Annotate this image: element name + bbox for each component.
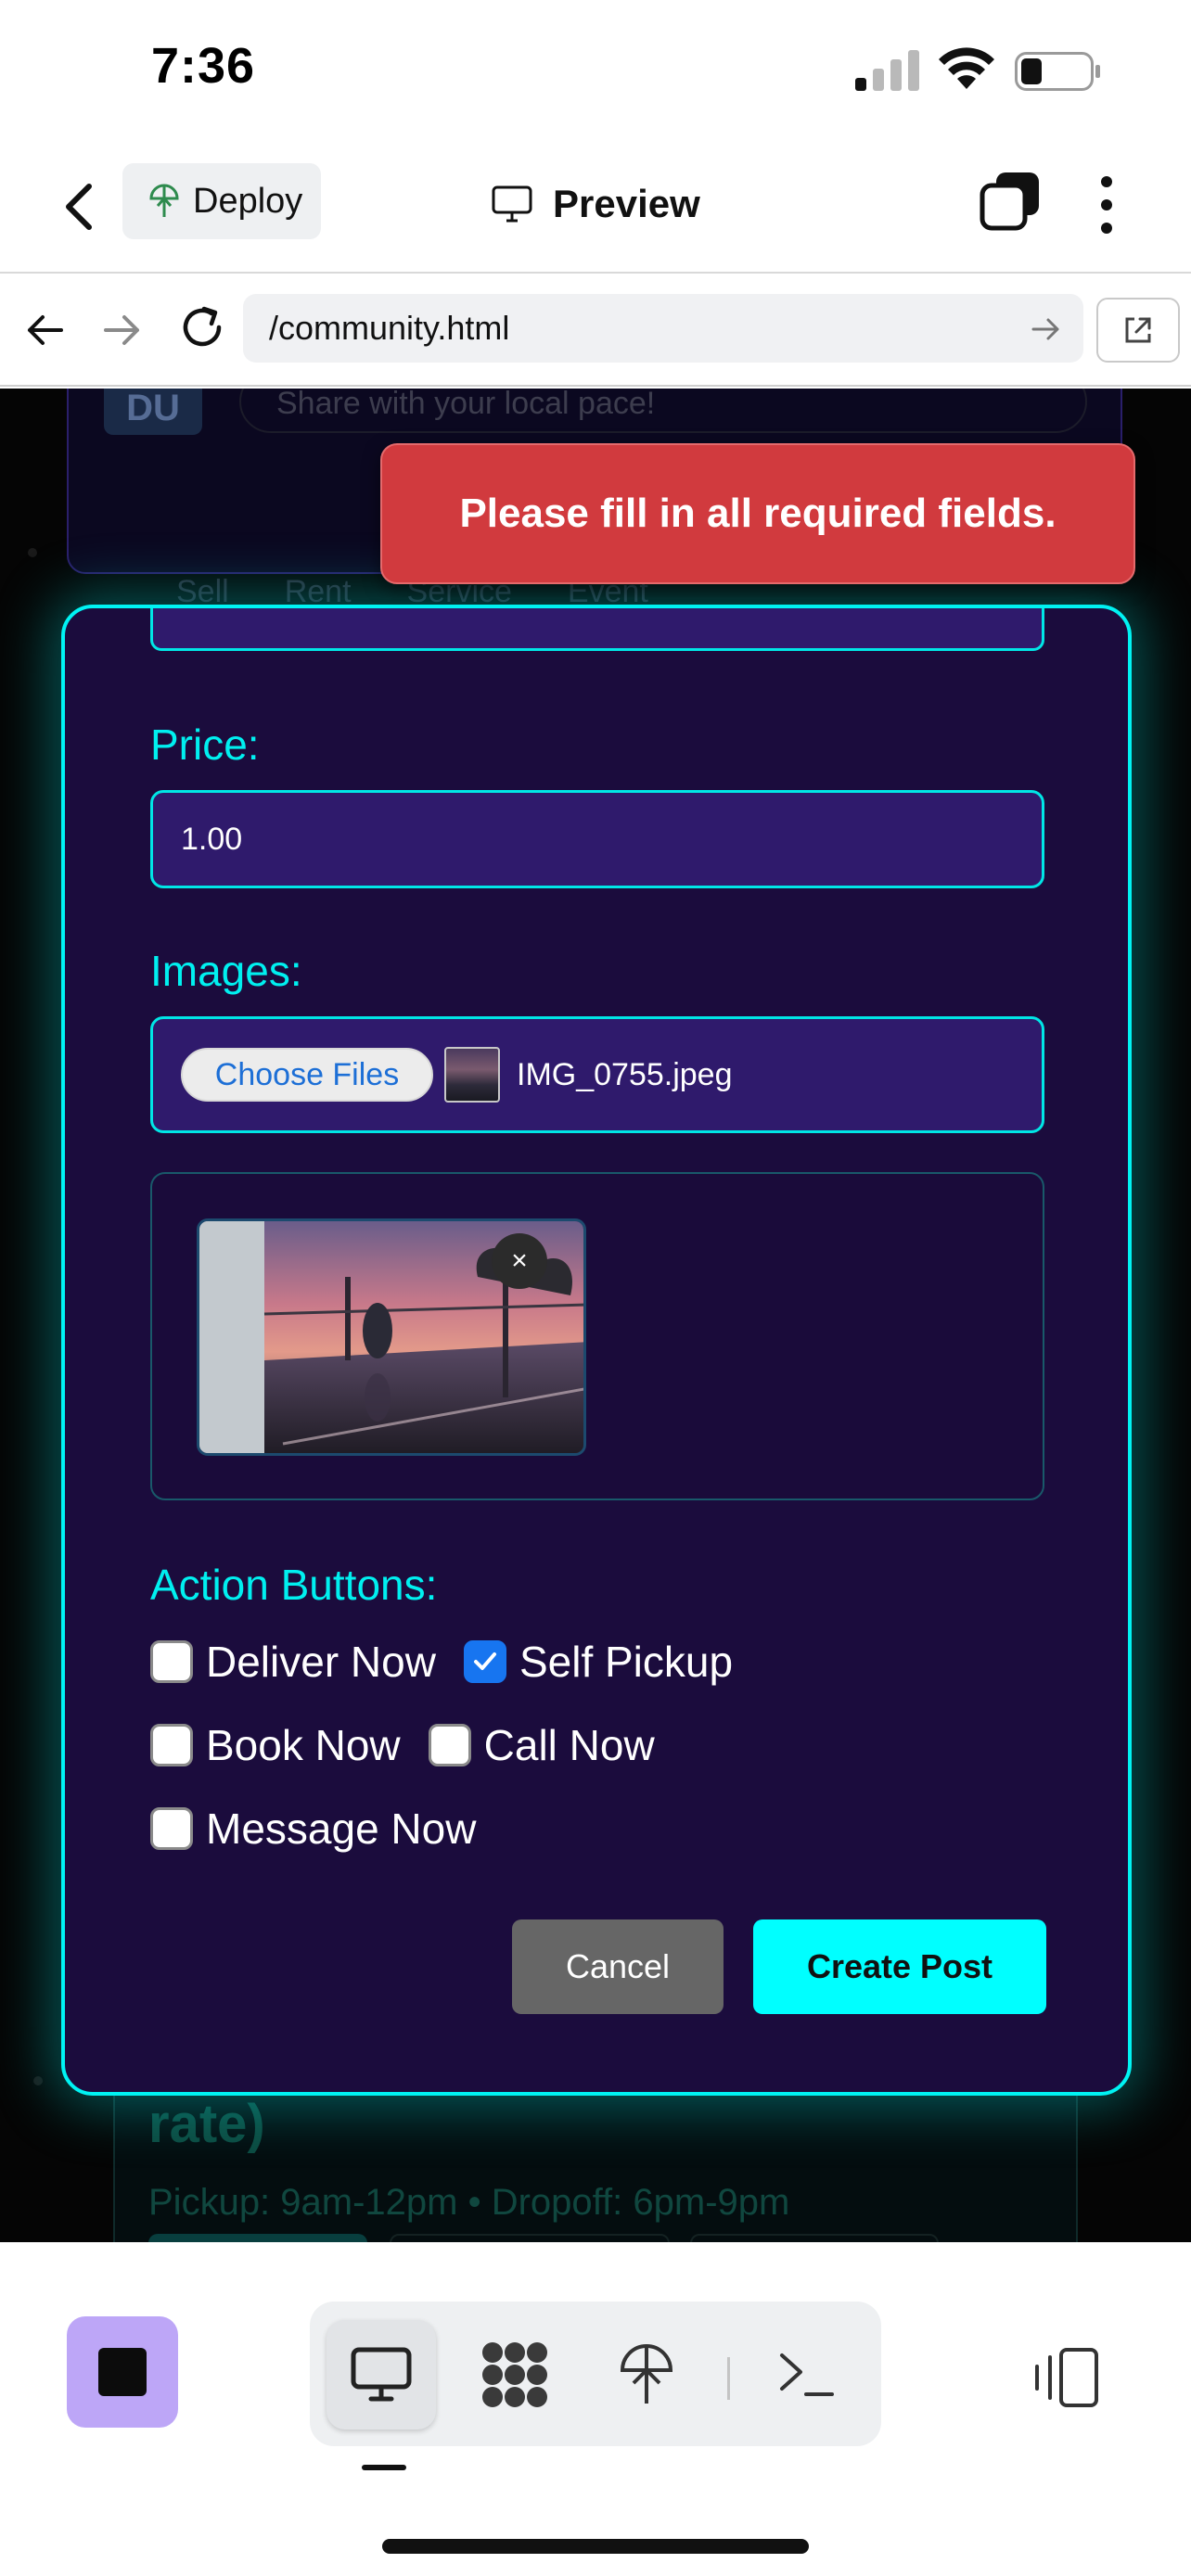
actions-row: Message Now [150,1801,476,1856]
terminal-icon [780,2353,834,2396]
stop-icon [98,2348,147,2396]
checkbox-box[interactable] [150,1807,193,1850]
dock-deploy[interactable] [592,2320,701,2429]
actions-row: Deliver Now Self Pickup [150,1634,733,1690]
dock-active-indicator [362,2465,406,2470]
wifi-icon [939,47,994,89]
checkbox-box[interactable] [428,1724,471,1766]
monitor-icon [492,185,532,223]
checkbox-label: Deliver Now [206,1638,436,1686]
create-post-button[interactable]: Create Post [753,1919,1046,2014]
dock-apps[interactable] [460,2320,570,2429]
remove-image-button[interactable]: × [492,1233,547,1289]
background-listing-button [390,2234,670,2242]
checkbox-box[interactable] [150,1724,193,1766]
checkbox-self-pickup[interactable]: Self Pickup [463,1637,734,1687]
deploy-icon [149,184,179,217]
app-toolbar: Deploy Preview [0,139,1191,274]
url-go-arrow-icon[interactable] [1030,312,1063,346]
error-toast: Please fill in all required fields. [380,443,1135,584]
checkbox-label: Message Now [206,1804,477,1853]
apps-icon [482,2342,547,2407]
open-external-icon [1125,317,1151,343]
background-avatar: DU [104,389,202,435]
background-composer-input: Share with your local pace! [239,389,1087,433]
file-thumbnail [444,1047,500,1103]
checkbox-deliver-now[interactable]: Deliver Now [150,1637,436,1687]
back-chevron-icon[interactable] [58,181,104,233]
background-listing-schedule: Pickup: 9am-12pm • Dropoff: 6pm-9pm [148,2182,790,2223]
images-file-input[interactable]: Choose Files IMG_0755.jpeg [150,1016,1044,1133]
checkbox-message-now[interactable]: Message Now [150,1804,476,1854]
price-label: Price: [150,721,260,769]
home-indicator[interactable] [382,2539,809,2554]
background-listing-button [690,2234,939,2242]
checkbox-book-now[interactable]: Book Now [150,1720,401,1770]
file-name: IMG_0755.jpeg [517,1056,733,1092]
background-dot [33,2076,43,2085]
background-listing-heading: rate) [148,2094,265,2154]
deploy-button[interactable]: Deploy [122,163,321,239]
images-label: Images: [150,947,302,995]
browser-back-icon[interactable] [24,309,67,351]
checkmark-icon [473,1652,496,1670]
price-value: 1.00 [181,821,243,857]
action-buttons-label: Action Buttons: [150,1561,438,1609]
browser-forward-icon[interactable] [100,309,143,351]
deploy-label: Deploy [193,181,303,221]
choose-files-button[interactable]: Choose Files [181,1048,433,1102]
desktop-icon [351,2347,412,2402]
stop-button[interactable] [67,2316,178,2428]
create-post-modal: Price: 1.00 Images: Choose Files IMG_075… [61,605,1132,2096]
cancel-button[interactable]: Cancel [512,1919,724,2014]
deploy-icon [620,2344,673,2404]
browser-bar: /community.html [0,275,1191,387]
dock-group [310,2302,881,2446]
cellular-signal-icon [855,50,919,91]
preview-label: Preview [553,182,700,225]
previous-field-input[interactable] [150,608,1044,651]
tabs-icon[interactable] [980,171,1041,232]
dock-separator [727,2357,730,2400]
price-input[interactable]: 1.00 [150,790,1044,888]
toast-message: Please fill in all required fields. [459,491,1057,536]
open-external-button[interactable] [1096,298,1180,363]
url-field[interactable]: /community.html [243,294,1083,363]
status-bar: 7:36 [0,0,1191,139]
actions-row: Book Now Call Now [150,1717,655,1773]
checkbox-box-checked[interactable] [463,1640,506,1683]
battery-icon [1015,52,1100,91]
image-preview-area: × [150,1172,1044,1500]
checkbox-label: Call Now [483,1721,655,1769]
dock-terminal[interactable] [751,2320,861,2429]
preview-title: Preview [492,176,700,232]
checkbox-label: Book Now [206,1721,401,1769]
background-dot [28,548,37,557]
checkbox-box[interactable] [150,1640,193,1683]
bottom-dock [0,2257,1191,2576]
split-layout-icon[interactable] [1031,2342,1102,2413]
status-time: 7:36 [151,38,256,94]
reload-icon[interactable] [178,303,226,351]
checkbox-call-now[interactable]: Call Now [428,1720,655,1770]
background-listing-button [148,2234,367,2242]
dock-desktop[interactable] [327,2320,436,2429]
more-options-icon[interactable] [1093,174,1121,236]
url-text: /community.html [269,309,510,347]
checkbox-label: Self Pickup [519,1638,734,1686]
